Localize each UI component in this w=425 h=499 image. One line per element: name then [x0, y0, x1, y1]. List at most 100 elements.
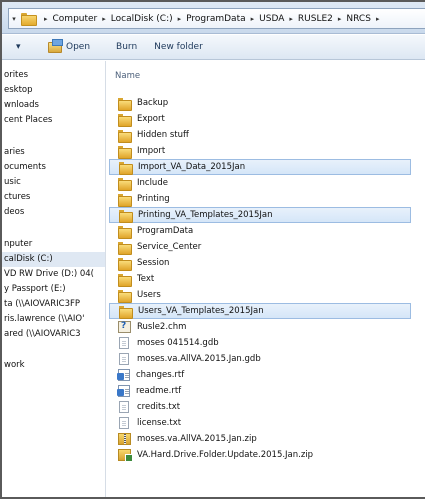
command-bar: ▾ Open Burn New folder	[2, 35, 425, 60]
folder-icon	[118, 257, 132, 271]
list-item[interactable]: Backup	[109, 95, 411, 111]
nav-item-dvd-drive[interactable]: VD RW Drive (D:) 04(	[2, 267, 105, 282]
new-folder-button[interactable]: New folder	[154, 36, 203, 58]
folder-icon	[119, 209, 133, 223]
file-name: ProgramData	[137, 226, 194, 236]
file-name: VA.Hard.Drive.Folder.Update.2015.Jan.zip	[137, 450, 314, 460]
nav-item-shared[interactable]: ared (\\AIOVARIC3	[2, 327, 105, 342]
chevron-right-icon[interactable]: ▸	[289, 15, 293, 23]
breadcrumb-localdisk[interactable]: LocalDisk (C:)	[111, 14, 173, 24]
list-item[interactable]: Users_VA_Templates_2015Jan	[109, 303, 411, 319]
zip-archive-icon	[118, 449, 133, 462]
chevron-right-icon[interactable]: ▸	[102, 15, 106, 23]
nav-item-favorites[interactable]: orites	[2, 68, 105, 83]
nav-item-passport[interactable]: y Passport (E:)	[2, 282, 105, 297]
list-item[interactable]: moses.va.AllVA.2015.Jan.zip	[109, 431, 411, 447]
nav-item-pictures[interactable]: ctures	[2, 190, 105, 205]
list-item[interactable]: Service_Center	[109, 239, 411, 255]
nav-item-videos[interactable]: deos	[2, 205, 105, 220]
list-item[interactable]: Include	[109, 175, 411, 191]
folder-icon	[118, 241, 132, 255]
file-name: Import	[137, 146, 166, 156]
breadcrumb[interactable]: ▾ ▸ Computer ▸ LocalDisk (C:) ▸ ProgramD…	[8, 8, 425, 29]
zip-archive-icon	[118, 433, 131, 445]
file-name: Import_VA_Data_2015Jan	[138, 162, 246, 172]
chevron-right-icon[interactable]: ▸	[376, 15, 380, 23]
folder-icon	[118, 177, 132, 191]
open-button-label: Open	[66, 42, 91, 52]
chevron-right-icon[interactable]: ▸	[178, 15, 182, 23]
folder-icon	[118, 193, 132, 207]
breadcrumb-rusle2[interactable]: RUSLE2	[298, 14, 333, 24]
help-file-icon	[118, 321, 131, 333]
list-item[interactable]: Users	[109, 287, 411, 303]
list-item[interactable]: changes.rtf	[109, 367, 411, 383]
list-item[interactable]: readme.rtf	[109, 383, 411, 399]
nav-item-user-share[interactable]: ris.lawrence (\\AIO'	[2, 312, 105, 327]
explorer-window: ▾ ▸ Computer ▸ LocalDisk (C:) ▸ ProgramD…	[0, 0, 425, 499]
column-name-header[interactable]: Name	[115, 71, 140, 81]
folder-icon	[119, 305, 133, 319]
organize-dropdown-icon[interactable]: ▾	[2, 36, 42, 58]
rtf-document-icon	[117, 385, 130, 397]
file-name: moses.va.AllVA.2015.Jan.zip	[137, 434, 257, 444]
list-item[interactable]: Import	[109, 143, 411, 159]
folder-icon	[118, 97, 132, 111]
folder-icon	[118, 145, 132, 159]
folder-icon	[118, 273, 132, 287]
list-item[interactable]: Rusle2.chm	[109, 319, 411, 335]
navigation-pane[interactable]: orites esktop wnloads cent Places aries …	[2, 61, 106, 497]
file-name: Backup	[137, 98, 169, 108]
list-item[interactable]: license.txt	[109, 415, 411, 431]
nav-item-downloads[interactable]: wnloads	[2, 98, 105, 113]
chevron-right-icon[interactable]: ▸	[338, 15, 342, 23]
list-item[interactable]: Import_VA_Data_2015Jan	[109, 159, 411, 175]
file-name: Hidden stuff	[137, 130, 189, 140]
chevron-right-icon[interactable]: ▸	[251, 15, 255, 23]
open-button[interactable]: Open	[48, 36, 90, 58]
column-header[interactable]: Name	[107, 61, 425, 85]
breadcrumb-dropdown-icon[interactable]: ▾	[9, 15, 19, 23]
list-item[interactable]: Session	[109, 255, 411, 271]
list-item[interactable]: moses.va.AllVA.2015.Jan.gdb	[109, 351, 411, 367]
file-name: Include	[137, 178, 168, 188]
list-item[interactable]: Export	[109, 111, 411, 127]
folder-icon	[118, 289, 132, 303]
nav-item-desktop[interactable]: esktop	[2, 83, 105, 98]
folder-icon	[118, 113, 132, 127]
list-item[interactable]: credits.txt	[109, 399, 411, 415]
nav-item-data-share[interactable]: ta (\\AIOVARIC3FP	[2, 297, 105, 312]
list-item[interactable]: Text	[109, 271, 411, 287]
nav-item-computer[interactable]: nputer	[2, 237, 105, 252]
burn-button[interactable]: Burn	[116, 36, 137, 58]
folder-icon	[119, 161, 133, 175]
file-name: Rusle2.chm	[137, 322, 187, 332]
breadcrumb-computer[interactable]: Computer	[53, 14, 98, 24]
file-name: Printing_VA_Templates_2015Jan	[138, 210, 273, 220]
file-name: Text	[137, 274, 155, 284]
list-item[interactable]: Printing	[109, 191, 411, 207]
list-item[interactable]: moses 041514.gdb	[109, 335, 411, 351]
list-item[interactable]: Printing_VA_Templates_2015Jan	[109, 207, 411, 223]
list-item[interactable]: ProgramData	[109, 223, 411, 239]
file-name: Service_Center	[137, 242, 202, 252]
nav-item-libraries[interactable]: aries	[2, 145, 105, 160]
nav-item-music[interactable]: usic	[2, 175, 105, 190]
nav-item-recent-places[interactable]: cent Places	[2, 113, 105, 128]
text-file-icon	[119, 417, 129, 429]
list-item[interactable]: Hidden stuff	[109, 127, 411, 143]
list-item[interactable]: VA.Hard.Drive.Folder.Update.2015.Jan.zip	[109, 447, 411, 463]
file-name: Users_VA_Templates_2015Jan	[138, 306, 264, 316]
text-file-icon	[119, 401, 129, 413]
breadcrumb-usda[interactable]: USDA	[259, 14, 284, 24]
nav-item-network[interactable]: work	[2, 358, 105, 373]
file-name: Export	[137, 114, 165, 124]
breadcrumb-programdata[interactable]: ProgramData	[186, 14, 245, 24]
nav-item-localdisk[interactable]: calDisk (C:)	[2, 252, 105, 267]
chevron-right-icon[interactable]: ▸	[44, 15, 48, 23]
folder-icon	[118, 129, 132, 143]
file-name: changes.rtf	[136, 370, 185, 380]
nav-item-documents[interactable]: ocuments	[2, 160, 105, 175]
breadcrumb-nrcs[interactable]: NRCS	[346, 14, 371, 24]
file-name: credits.txt	[137, 402, 181, 412]
